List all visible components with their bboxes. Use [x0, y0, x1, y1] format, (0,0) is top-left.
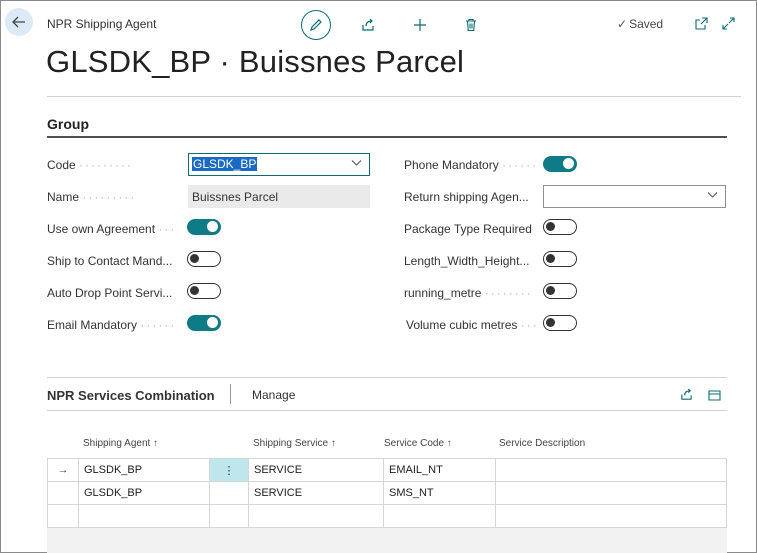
ship-to-contact-mandatory-toggle[interactable] — [187, 251, 221, 267]
use-own-agreement-label: Use own Agreement ··· — [47, 222, 177, 236]
saved-status: ✓ Saved — [617, 17, 663, 31]
saved-label: Saved — [629, 17, 664, 31]
open-new-window-button[interactable] — [692, 14, 710, 32]
auto-drop-point-service-toggle[interactable] — [187, 283, 221, 299]
group-header[interactable]: Group — [47, 116, 89, 132]
share-icon — [680, 388, 692, 400]
subpage-share-button[interactable] — [678, 386, 694, 402]
name-label: Name ········· — [47, 190, 137, 204]
column-header-shipping-service[interactable]: Shipping Service ↑ — [253, 438, 336, 449]
new-button[interactable] — [405, 10, 435, 40]
running-metre-label: running_metre ········ — [404, 286, 533, 300]
cell-service-description[interactable] — [495, 481, 727, 505]
volume-cubic-metres-label: Volume cubic metres ··· — [406, 318, 539, 332]
email-mandatory-toggle[interactable] — [187, 315, 221, 331]
row-actions-icon[interactable]: ⋮ — [209, 458, 249, 482]
length-width-height-toggle[interactable] — [543, 251, 577, 267]
email-mandatory-label: Email Mandatory ······ — [47, 318, 177, 332]
cell-service-code[interactable]: SMS_NT — [383, 481, 496, 505]
table-row[interactable]: GLSDK_BP SERVICE SMS_NT — [47, 481, 727, 505]
pencil-icon — [310, 19, 322, 31]
chevron-down-icon[interactable] — [707, 189, 718, 203]
subpage-divider — [47, 377, 727, 378]
use-own-agreement-toggle[interactable] — [187, 219, 221, 235]
expand-icon — [721, 16, 735, 30]
cell-shipping-agent[interactable]: GLSDK_BP — [78, 458, 210, 482]
grid-footer — [47, 528, 727, 553]
trash-icon — [466, 18, 476, 32]
open-new-window-icon — [707, 389, 721, 401]
cell-service-code[interactable]: EMAIL_NT — [383, 458, 496, 482]
ship-to-contact-mandatory-label: Ship to Contact Mand... — [47, 254, 173, 268]
table-row-new[interactable] — [47, 504, 727, 528]
check-icon: ✓ — [617, 17, 628, 31]
length-width-height-label: Length_Width_Height... — [404, 254, 530, 268]
open-new-window-icon — [694, 16, 708, 30]
code-label: Code ········· — [47, 158, 133, 172]
package-type-required-toggle[interactable] — [543, 219, 577, 235]
code-field[interactable]: GLSDK_BP — [188, 153, 370, 176]
return-shipping-agent-field[interactable] — [543, 185, 726, 208]
cell-shipping-service[interactable]: SERVICE — [248, 458, 384, 482]
edit-button[interactable] — [301, 10, 331, 40]
phone-mandatory-toggle[interactable] — [543, 156, 577, 172]
subpage-title[interactable]: NPR Services Combination — [47, 388, 215, 403]
row-selected-arrow-icon[interactable]: → — [47, 458, 79, 482]
column-header-shipping-agent[interactable]: Shipping Agent ↑ — [83, 438, 158, 449]
return-shipping-agent-label: Return shipping Agen... — [404, 190, 529, 204]
table-row[interactable]: → GLSDK_BP ⋮ SERVICE EMAIL_NT — [47, 458, 727, 482]
page-title: GLSDK_BP · Buissnes Parcel — [46, 44, 465, 79]
expand-button[interactable] — [719, 14, 737, 32]
subpage-separator — [230, 384, 231, 404]
back-button[interactable] — [5, 8, 33, 36]
arrow-left-icon — [12, 16, 25, 28]
breadcrumb: NPR Shipping Agent — [47, 17, 157, 31]
volume-cubic-metres-toggle[interactable] — [543, 315, 577, 331]
share-button[interactable] — [353, 10, 383, 40]
manage-menu[interactable]: Manage — [252, 388, 295, 402]
cell-service-description[interactable] — [495, 458, 727, 482]
subpage-expand-button[interactable] — [706, 386, 722, 402]
auto-drop-point-service-label: Auto Drop Point Servi... — [47, 286, 173, 300]
group-divider — [47, 136, 727, 138]
cell-shipping-agent[interactable]: GLSDK_BP — [78, 481, 210, 505]
share-icon — [362, 18, 374, 31]
package-type-required-label: Package Type Required — [404, 222, 532, 236]
code-value: GLSDK_BP — [192, 157, 258, 171]
cell-shipping-service[interactable]: SERVICE — [248, 481, 384, 505]
title-divider — [47, 96, 741, 97]
delete-button[interactable] — [456, 10, 486, 40]
chevron-down-icon[interactable] — [351, 157, 362, 171]
services-grid: → GLSDK_BP ⋮ SERVICE EMAIL_NT GLSDK_BP S… — [47, 458, 727, 528]
column-header-service-description[interactable]: Service Description — [499, 438, 585, 449]
running-metre-toggle[interactable] — [543, 283, 577, 299]
column-header-service-code[interactable]: Service Code ↑ — [384, 438, 452, 449]
name-field[interactable]: Buissnes Parcel — [188, 185, 370, 208]
phone-mandatory-label: Phone Mandatory ······ — [404, 158, 539, 172]
plus-icon — [414, 19, 426, 31]
